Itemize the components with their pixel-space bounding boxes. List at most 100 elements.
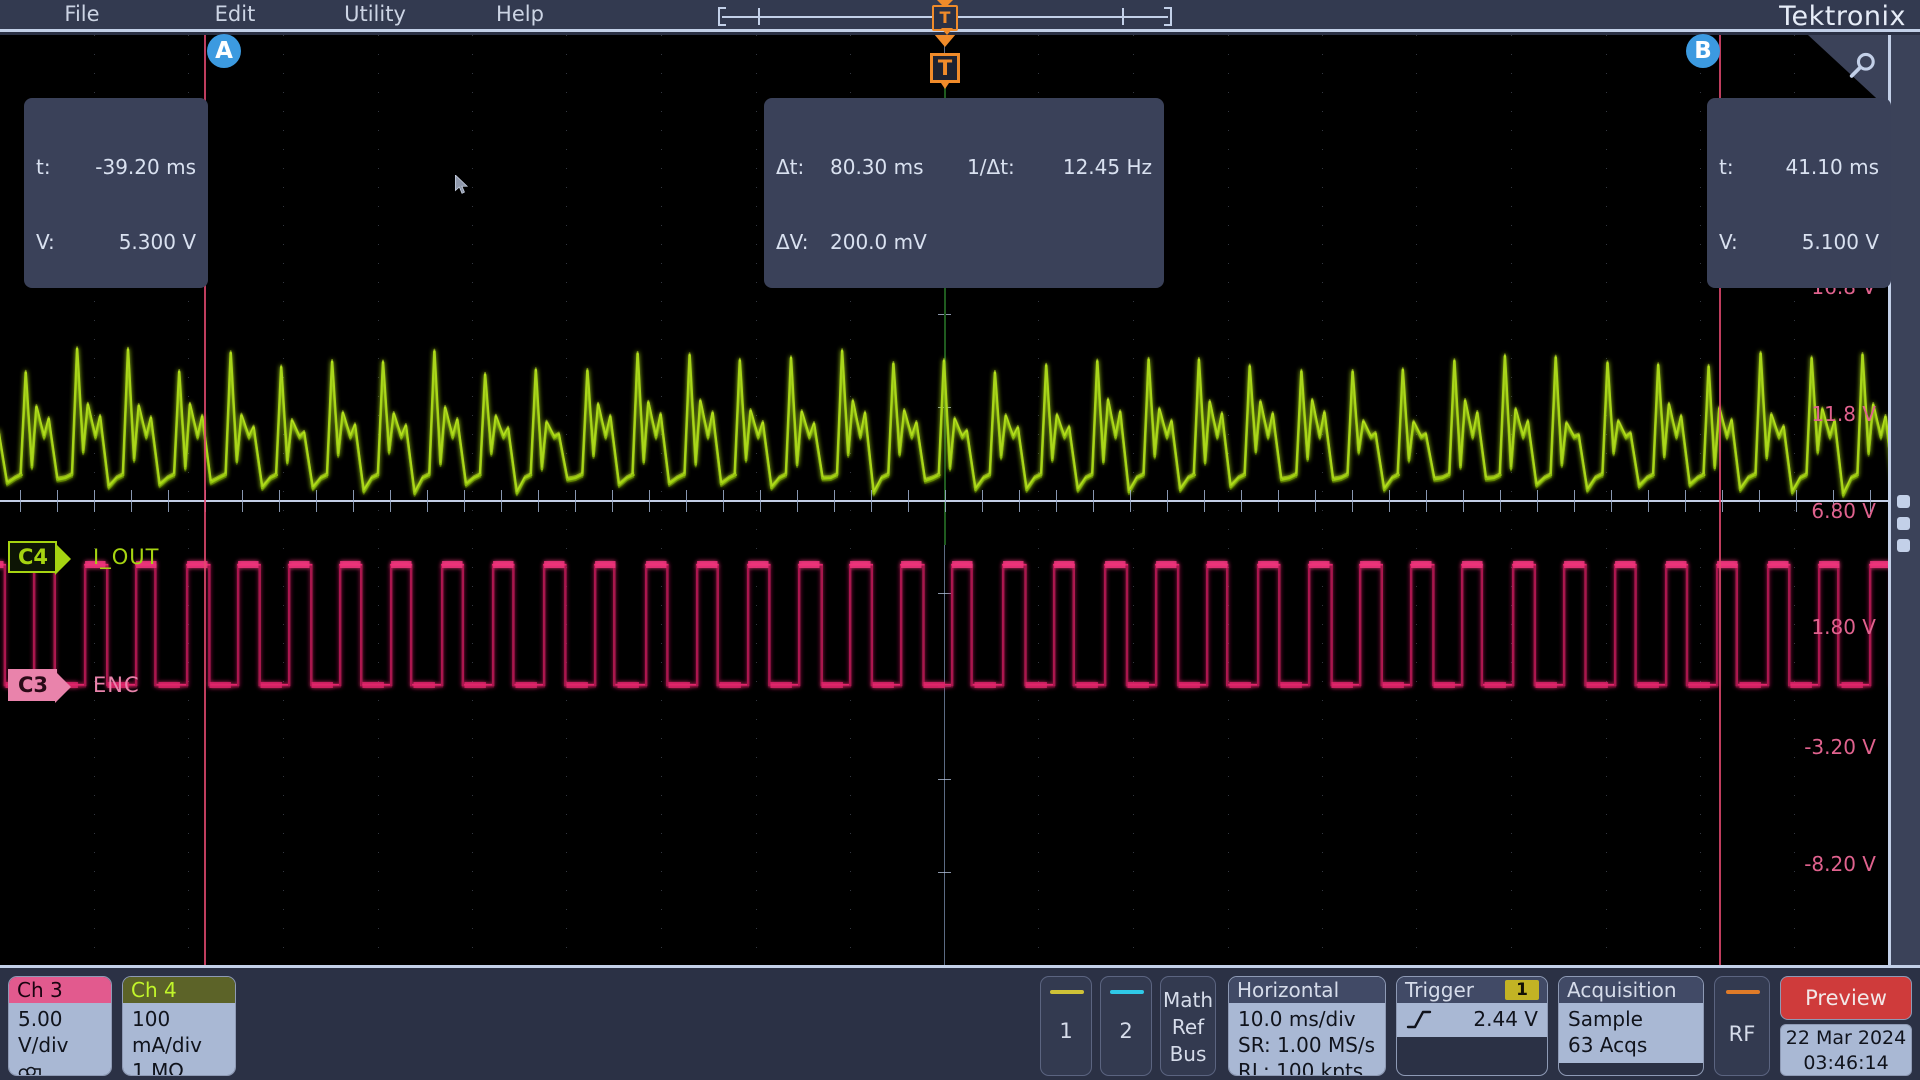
channel-4-title-text: Ch 4	[131, 977, 177, 1003]
delta-time-row: Δt: 80.30 ms 1/Δt: 12.45 Hz	[776, 155, 1152, 180]
hcursor-tick	[1463, 490, 1464, 512]
menu-item-help[interactable]: Help	[465, 0, 575, 29]
channel-tag-c4-label: I_OUT	[93, 545, 159, 569]
trigger-arrow-icon	[934, 35, 956, 47]
channel-1-label: 1	[1041, 1019, 1091, 1043]
hcursor-tick	[1130, 490, 1131, 512]
hcursor-tick	[686, 490, 687, 512]
cursor-b-time-row: t: 41.10 ms	[1719, 155, 1879, 180]
hcursor-tick	[131, 490, 132, 512]
channel-2-color-bar	[1110, 990, 1144, 994]
c3-undershoot	[1485, 682, 1506, 688]
math-label: Math	[1161, 987, 1215, 1014]
c3-overshoot	[952, 561, 972, 568]
hcursor-tick	[501, 490, 502, 512]
acquisition-badge[interactable]: Acquisition Sample 63 Acqs	[1558, 976, 1704, 1076]
c3-undershoot	[720, 682, 741, 688]
c3-undershoot	[1026, 682, 1047, 688]
hcursor-tick	[1648, 490, 1649, 512]
hcursor-tick	[1167, 490, 1168, 512]
channel-tag-c4[interactable]: C4 I_OUT	[8, 541, 159, 573]
menu-item-edit[interactable]: Edit	[175, 0, 295, 29]
c3-undershoot	[1128, 682, 1149, 688]
delta-freq-label: 1/Δt:	[967, 155, 1053, 180]
horizontal-sample-rate: SR: 1.00 MS/s	[1238, 1032, 1376, 1058]
voltage-label: -8.20 V	[1804, 852, 1876, 876]
acquisition-title: Acquisition	[1559, 977, 1703, 1003]
hcursor-tick	[1278, 490, 1279, 512]
c3-overshoot	[1666, 561, 1686, 568]
datetime-display[interactable]: 22 Mar 2024 03:46:14	[1780, 1024, 1912, 1076]
channel-tag-c3-label: ENC	[93, 673, 140, 697]
cursor-b-handle[interactable]: B	[1686, 34, 1720, 68]
channel-1-button[interactable]: 1	[1040, 976, 1092, 1076]
hcursor-tick	[1204, 490, 1205, 512]
hcursor-tick	[1093, 490, 1094, 512]
delta-volt-label: ΔV:	[776, 230, 830, 255]
c3-overshoot	[748, 561, 768, 568]
math-ref-bus-button[interactable]: Math Ref Bus	[1160, 976, 1216, 1076]
hcursor-tick	[834, 490, 835, 512]
hcursor-tick	[1685, 490, 1686, 512]
cursor-a-handle[interactable]: A	[207, 34, 241, 68]
channel-3-badge[interactable]: Ch 3 5.00 V/div 500 MHz	[8, 976, 112, 1076]
c3-overshoot	[544, 561, 564, 568]
c3-overshoot	[1003, 561, 1023, 568]
channel-2-button[interactable]: 2	[1100, 976, 1152, 1076]
cursor-a-readout[interactable]: t: -39.20 ms V: 5.300 V	[24, 98, 208, 288]
hcursor-tick	[1722, 490, 1723, 512]
hcursor-tick	[1056, 490, 1057, 512]
c3-undershoot	[363, 682, 384, 688]
c3-undershoot	[771, 682, 792, 688]
hcursor-tick	[1574, 490, 1575, 512]
trigger-position-marker[interactable]: T	[930, 35, 960, 94]
cursor-b-readout[interactable]: t: 41.10 ms V: 5.100 V	[1707, 98, 1891, 288]
c3-overshoot	[289, 561, 309, 568]
c3-overshoot	[595, 561, 615, 568]
channel-4-badge[interactable]: Ch 4 100 mA/div 1 MΩ 20 MHzBw	[122, 976, 236, 1076]
c3-undershoot	[669, 682, 690, 688]
hcursor-tick	[427, 490, 428, 512]
delta-freq-value: 12.45 Hz	[1053, 155, 1152, 180]
horizontal-badge[interactable]: Horizontal 10.0 ms/div SR: 1.00 MS/s RL:…	[1228, 976, 1386, 1076]
trigger-source-badge[interactable]: 1	[1505, 980, 1539, 1000]
menu-item-file[interactable]: File	[22, 0, 142, 29]
brand-logo: Tektronix	[1779, 1, 1906, 32]
trigger-badge[interactable]: Trigger 1 2.44 V	[1396, 976, 1548, 1076]
c3-overshoot	[0, 561, 4, 568]
hcursor-tick	[1389, 490, 1390, 512]
record-navigation-bar[interactable]: T	[700, 5, 1180, 29]
channel-tag-c3[interactable]: C3 ENC	[8, 669, 140, 701]
hcursor-tick	[760, 490, 761, 512]
nav-trigger-handle[interactable]: T	[932, 5, 958, 31]
c3-undershoot	[210, 682, 231, 688]
cursor-a-time-row: t: -39.20 ms	[36, 155, 196, 180]
c3-overshoot	[697, 561, 717, 568]
bus-label: Bus	[1161, 1041, 1215, 1068]
hcursor-tick	[57, 490, 58, 512]
c3-undershoot	[1842, 682, 1863, 688]
channel-4-body: 100 mA/div 1 MΩ 20 MHzBw	[123, 1003, 235, 1076]
preview-status-button[interactable]: Preview	[1780, 976, 1912, 1020]
hcursor-tick	[353, 490, 354, 512]
handle-dot	[1897, 517, 1910, 530]
hcursor-tick	[982, 490, 983, 512]
menu-item-utility[interactable]: Utility	[310, 0, 440, 29]
panel-drag-handle[interactable]	[1897, 495, 1911, 557]
c3-overshoot	[799, 561, 819, 568]
bottom-control-bar: Ch 3 5.00 V/div 500 MHz Ch 4 100 mA/div …	[0, 965, 1920, 1080]
c3-undershoot	[1434, 682, 1455, 688]
c3-overshoot	[1411, 561, 1431, 568]
acquisition-count: 63 Acqs	[1568, 1032, 1694, 1058]
nav-tick	[1122, 8, 1124, 25]
cursor-a-volt-row: V: 5.300 V	[36, 230, 196, 255]
hcursor-tick	[20, 490, 21, 512]
rf-button[interactable]: RF	[1714, 976, 1770, 1076]
c3-undershoot	[873, 682, 894, 688]
c3-overshoot	[442, 561, 462, 568]
cursor-delta-readout[interactable]: Δt: 80.30 ms 1/Δt: 12.45 Hz ΔV: 200.0 mV	[764, 98, 1164, 288]
channel-4-scale: 100 mA/div	[132, 1006, 226, 1058]
voltage-label: 11.8 V	[1811, 402, 1876, 426]
hcursor-tick	[1500, 490, 1501, 512]
channel-2-label: 2	[1101, 1019, 1151, 1043]
